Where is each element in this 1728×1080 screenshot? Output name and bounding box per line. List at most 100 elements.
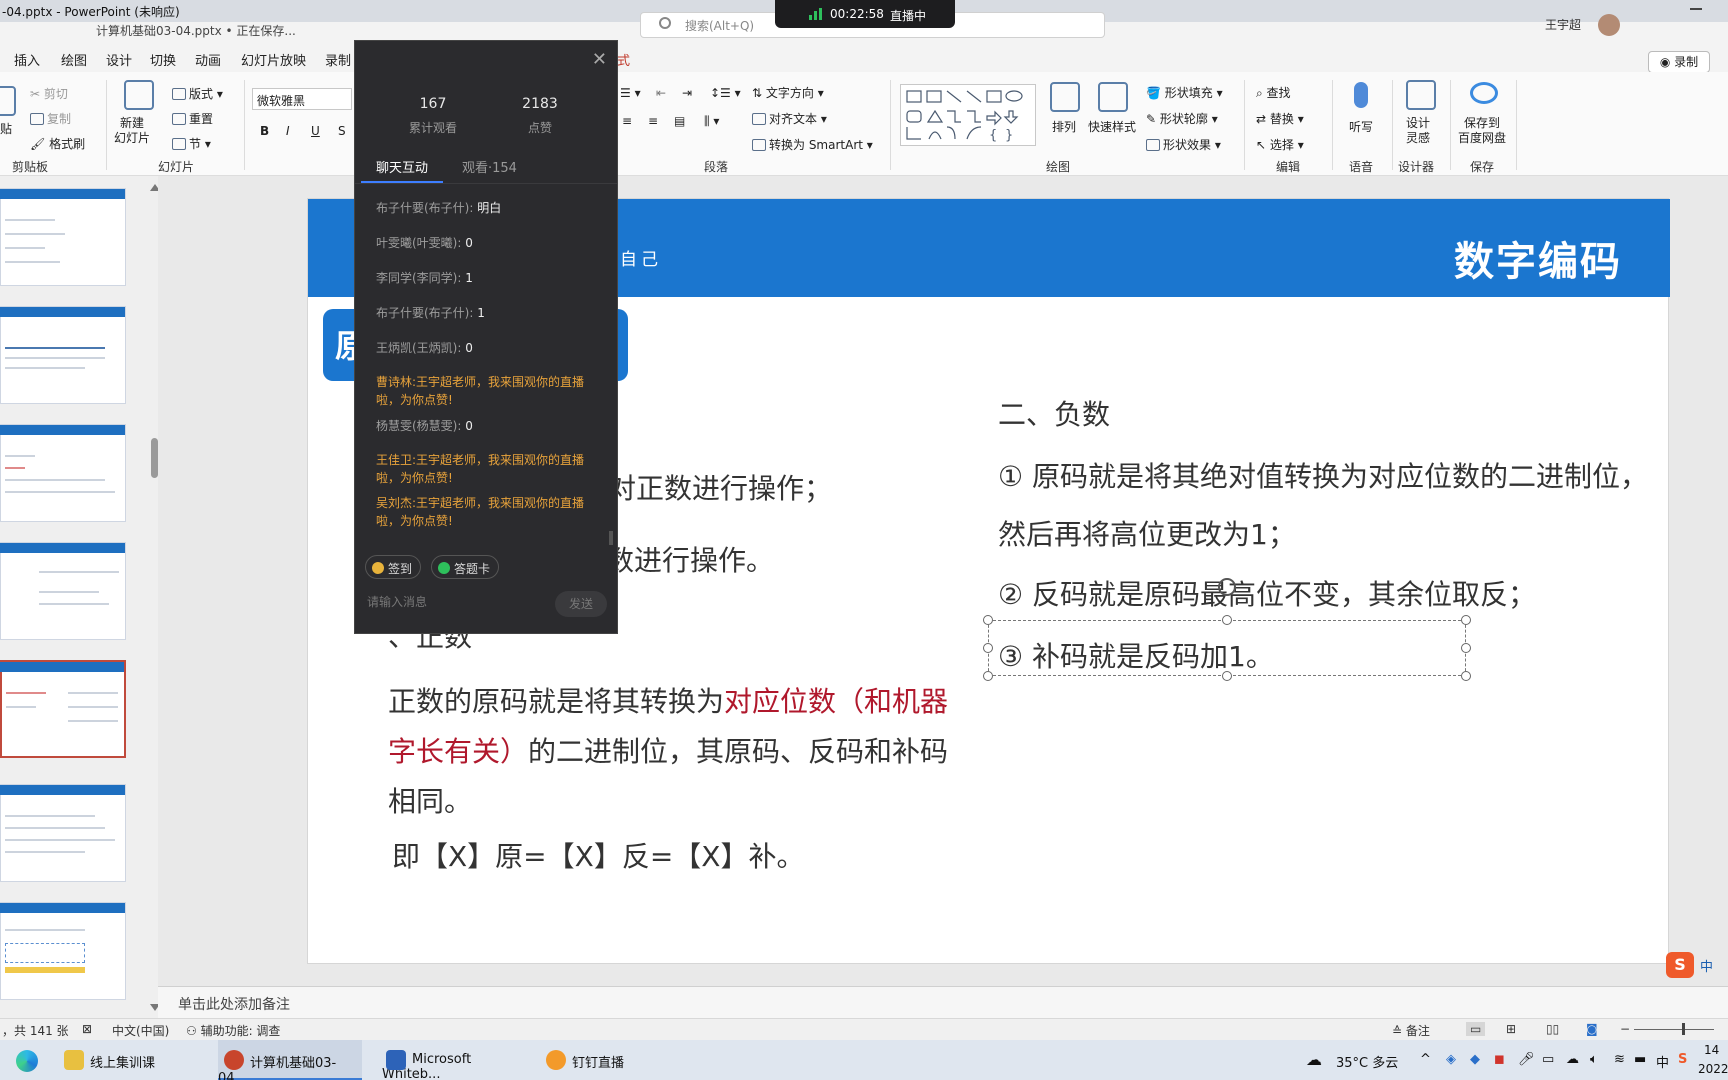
- tray-expand-icon[interactable]: ^: [1420, 1052, 1431, 1067]
- chat-scrollbar[interactable]: [609, 531, 613, 545]
- language-status[interactable]: 中文(中国): [112, 1022, 169, 1039]
- strike-button[interactable]: S: [338, 124, 346, 138]
- columns-icon[interactable]: ⫼ ▾: [704, 114, 719, 129]
- menu-animations[interactable]: 动画: [195, 50, 221, 69]
- copy-button[interactable]: 复制: [30, 110, 71, 127]
- sign-in-button[interactable]: 签到: [365, 555, 422, 579]
- resize-handle[interactable]: [983, 671, 993, 681]
- notes-toggle[interactable]: ≙ 备注: [1392, 1022, 1430, 1039]
- layout-button[interactable]: 版式 ▾: [172, 85, 223, 102]
- rotate-handle-icon[interactable]: [1218, 578, 1236, 596]
- font-name-box[interactable]: 微软雅黑: [252, 88, 352, 110]
- resize-handle[interactable]: [983, 643, 993, 653]
- volume-icon[interactable]: 🔈︎: [1590, 1052, 1598, 1067]
- clock-date[interactable]: 2022: [1698, 1062, 1728, 1076]
- list-button[interactable]: ☰ ▾: [620, 86, 641, 100]
- negative-item-1-cont[interactable]: 然后再将高位更改为1；: [998, 513, 1296, 553]
- weather-text[interactable]: 35°C 多云: [1336, 1052, 1398, 1071]
- slide-thumbnail[interactable]: [0, 306, 126, 404]
- slide-text-line[interactable]: 数进行操作。: [606, 539, 774, 579]
- sogou-ime-icon[interactable]: S: [1666, 952, 1694, 978]
- close-icon[interactable]: ✕: [592, 49, 607, 70]
- reset-button[interactable]: 重置: [172, 110, 213, 127]
- italic-button[interactable]: I: [286, 124, 290, 138]
- save-baidu-button[interactable]: 保存到 百度网盘: [1458, 116, 1506, 146]
- answer-card-button[interactable]: 答题卡: [431, 555, 500, 579]
- format-painter-button[interactable]: 🖌 格式刷: [30, 135, 85, 152]
- replace-button[interactable]: ⇄ 替换 ▾: [1256, 110, 1304, 127]
- line-spacing-icon[interactable]: ↕☰ ▾: [710, 86, 741, 100]
- dictate-button[interactable]: 听写: [1349, 118, 1373, 135]
- slide-thumbnail[interactable]: [0, 902, 126, 1000]
- clock-time[interactable]: 14: [1704, 1043, 1719, 1057]
- accessibility-status[interactable]: ⚇ 辅助功能: 调查: [186, 1022, 280, 1039]
- ime-mode-indicator[interactable]: 中: [1700, 956, 1713, 975]
- find-button[interactable]: ⌕ 查找: [1256, 84, 1291, 101]
- menu-slideshow[interactable]: 幻灯片放映: [241, 50, 306, 69]
- menu-design[interactable]: 设计: [106, 50, 132, 69]
- underline-button[interactable]: U: [311, 124, 320, 138]
- resize-handle[interactable]: [1461, 643, 1471, 653]
- menu-shape-format[interactable]: 式: [617, 50, 630, 69]
- taskbar-item-whiteboard[interactable]: Microsoft Whiteb...: [382, 1040, 522, 1080]
- formula-text[interactable]: 即【X】原=【X】反=【X】补。: [392, 835, 804, 875]
- resize-handle[interactable]: [1222, 671, 1232, 681]
- record-button[interactable]: ◉ 录制: [1648, 51, 1710, 73]
- slideshow-icon[interactable]: ◙: [1586, 1022, 1598, 1036]
- ime-tray-label[interactable]: 中: [1656, 1052, 1669, 1071]
- align-center-icon[interactable]: ≡: [622, 114, 632, 128]
- tab-chat[interactable]: 聊天互动: [376, 157, 428, 176]
- slide-thumbnail[interactable]: [0, 542, 126, 640]
- slide-thumbnail[interactable]: [0, 424, 126, 522]
- align-text-button[interactable]: 对齐文本 ▾: [752, 110, 827, 127]
- section-button[interactable]: 节 ▾: [172, 135, 211, 152]
- quick-styles-button[interactable]: 快速样式: [1088, 118, 1136, 135]
- spellcheck-icon[interactable]: ⊠: [82, 1022, 92, 1036]
- negative-item-1[interactable]: ① 原码就是将其绝对值转换为对应位数的二进制位，: [998, 455, 1648, 495]
- taskbar-item-dingtalk-live[interactable]: 钉钉直播: [544, 1040, 654, 1080]
- resize-handle[interactable]: [983, 615, 993, 625]
- positive-paragraph[interactable]: 正数的原码就是将其转换为对应位数（和机器 字长有关）的二进制位，其原码、反码和补码…: [388, 677, 968, 827]
- tray-app-icon[interactable]: ◆: [1470, 1052, 1480, 1067]
- slide-text-line[interactable]: 对正数进行操作；: [608, 467, 832, 507]
- zoom-slider-knob[interactable]: [1682, 1023, 1685, 1035]
- slide-sorter-icon[interactable]: ⊞: [1506, 1022, 1516, 1036]
- thumbnail-scrollbar[interactable]: [151, 438, 158, 478]
- increase-indent-icon[interactable]: ⇥: [682, 86, 692, 100]
- minimize-icon[interactable]: [1690, 8, 1702, 10]
- wifi-icon[interactable]: ≋: [1614, 1052, 1625, 1067]
- slide-thumbnail[interactable]: [0, 188, 126, 286]
- design-ideas-button[interactable]: 设计 灵感: [1406, 116, 1430, 146]
- select-button[interactable]: ↖ 选择 ▾: [1256, 136, 1304, 153]
- menu-draw[interactable]: 绘图: [61, 50, 87, 69]
- cut-button[interactable]: ✂ 剪切: [30, 85, 68, 102]
- slide-thumbnail[interactable]: [0, 784, 126, 882]
- justify-icon[interactable]: ▤: [674, 114, 685, 128]
- resize-handle[interactable]: [1461, 671, 1471, 681]
- menu-transitions[interactable]: 切换: [150, 50, 176, 69]
- security-shield-icon[interactable]: ◈: [1446, 1052, 1456, 1067]
- new-slide-button[interactable]: 新建 幻灯片: [114, 116, 150, 146]
- resize-handle[interactable]: [1222, 615, 1232, 625]
- network-icon[interactable]: ▭: [1542, 1052, 1554, 1067]
- storage-icon[interactable]: ▬: [1634, 1052, 1646, 1067]
- resize-handle[interactable]: [1461, 615, 1471, 625]
- arrange-button[interactable]: 排列: [1052, 118, 1076, 135]
- paste-button[interactable]: 贴: [0, 120, 12, 137]
- align-right-icon[interactable]: ≡: [648, 114, 658, 128]
- edge-browser-icon[interactable]: [16, 1050, 38, 1072]
- negative-item-2[interactable]: ② 反码就是原码最高位不变，其余位取反；: [998, 573, 1536, 613]
- onedrive-icon[interactable]: ☁: [1566, 1052, 1579, 1067]
- bold-button[interactable]: B: [260, 124, 269, 138]
- zoom-out-icon[interactable]: −: [1620, 1022, 1630, 1036]
- zoom-slider[interactable]: [1634, 1029, 1714, 1030]
- negative-heading[interactable]: 二、负数: [998, 393, 1110, 433]
- shape-effects-button[interactable]: 形状效果 ▾: [1146, 136, 1221, 153]
- decrease-indent-icon[interactable]: ⇤: [656, 86, 666, 100]
- normal-view-icon[interactable]: ▭: [1466, 1022, 1486, 1036]
- notes-pane[interactable]: 单击此处添加备注: [158, 986, 1728, 1018]
- microphone-tray-icon[interactable]: 🎤︎: [1518, 1052, 1535, 1067]
- text-direction-button[interactable]: ⇅ 文字方向 ▾: [752, 84, 824, 101]
- taskbar-item-folder[interactable]: 线上集训课: [60, 1040, 200, 1080]
- antivirus-icon[interactable]: ◼: [1494, 1052, 1505, 1067]
